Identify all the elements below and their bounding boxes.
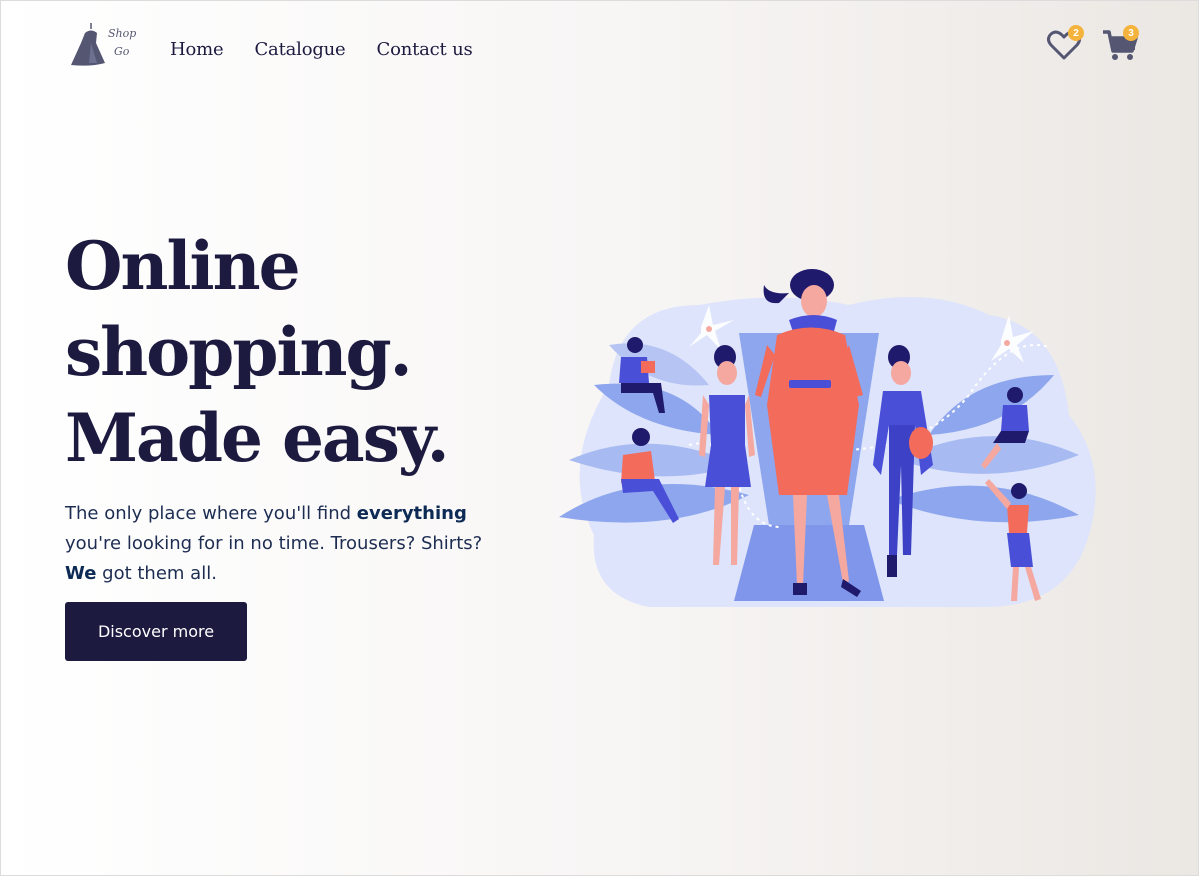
desc-bold-we: We [65,563,97,584]
desc-bold-everything: everything [356,503,467,524]
desc-part3: got them all. [96,563,217,584]
wishlist-button[interactable]: 2 [1046,25,1086,65]
desc-part2: you're looking for in no time. Trousers?… [65,533,483,554]
logo-line2: Go [114,45,130,58]
nav-catalogue-link[interactable]: Catalogue [254,39,345,60]
hero-title: Online shopping. Made easy. [65,223,505,481]
main-nav: Home Catalogue Contact us [170,39,473,60]
wishlist-count-badge: 2 [1068,25,1084,41]
nav-contact-link[interactable]: Contact us [377,39,473,60]
cart-button[interactable]: 3 [1101,25,1141,65]
hero-title-line3: Made easy. [65,399,450,477]
logo-line1: Shop [108,27,137,40]
hero-title-line2: shopping. [65,313,413,391]
fashion-runway-illustration [559,269,1096,607]
discover-more-button[interactable]: Discover more [65,602,247,661]
cart-count-badge: 3 [1123,25,1139,41]
logo-text: Shop Go [108,25,136,61]
nav-home-link[interactable]: Home [170,39,224,60]
hero-title-line1: Online [65,227,301,305]
desc-part1: The only place where you'll find [65,503,357,524]
hero-description: The only place where you'll find everyth… [65,499,505,589]
